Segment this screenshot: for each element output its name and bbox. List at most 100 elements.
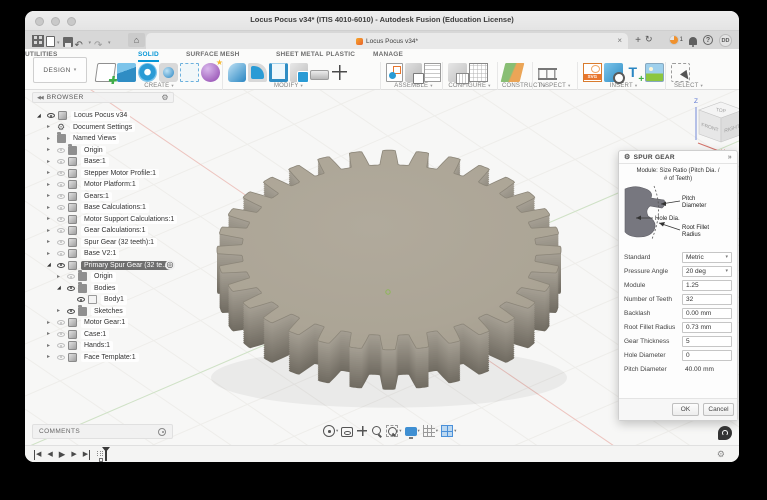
tree-item-label[interactable]: Motor Gear:1	[81, 318, 129, 328]
nav-tool[interactable]: ▾	[356, 425, 369, 437]
tree-item-label[interactable]: Gears:1	[81, 191, 112, 201]
group-label-assemble[interactable]: ASSEMBLE ▾	[385, 83, 442, 89]
visibility-eye-icon[interactable]	[45, 111, 56, 120]
tree-item-label[interactable]: Body1	[101, 295, 127, 305]
dialog-collapse-icon[interactable]: »	[728, 154, 732, 161]
tool-icon[interactable]	[423, 62, 441, 82]
tree-item-label[interactable]: Face Template:1	[81, 352, 139, 362]
field-control[interactable]: 5 ▾	[682, 335, 732, 347]
tool-icon[interactable]	[386, 62, 404, 82]
tree-item-label[interactable]: Stepper Motor Profile:1	[81, 168, 159, 178]
nav-tool-caret-icon[interactable]: ▾	[418, 428, 420, 434]
visibility-eye-icon[interactable]	[55, 238, 66, 247]
playback-button[interactable]	[71, 450, 76, 460]
timeline-settings-gear-icon[interactable]: ⚙	[717, 449, 725, 460]
collapse-browser-icon[interactable]: ◀◀	[37, 95, 44, 101]
tree-item[interactable]: Body1 ◎	[32, 294, 174, 306]
tree-item[interactable]: Named Views ◎	[32, 132, 174, 145]
tool-icon[interactable]	[94, 62, 117, 82]
visibility-eye-icon[interactable]	[55, 180, 66, 189]
tool-icon[interactable]	[583, 62, 602, 82]
job-status-icon[interactable]: 1	[668, 34, 683, 46]
tree-item-label[interactable]: Motor Platform:1	[81, 180, 139, 190]
visibility-eye-icon[interactable]	[65, 307, 76, 316]
disclosure-triangle-icon[interactable]	[47, 319, 55, 327]
browser-settings-gear-icon[interactable]: ⚙	[161, 93, 169, 103]
visibility-eye-icon[interactable]	[55, 203, 66, 212]
activate-component-radio[interactable]: ◎	[165, 259, 175, 270]
dialog-header[interactable]: ⚙ SPUR GEAR »	[619, 151, 737, 164]
nav-tool-caret-icon[interactable]: ▾	[436, 428, 438, 434]
disclosure-triangle-icon[interactable]	[47, 330, 55, 338]
nav-tool[interactable]: ▾	[441, 425, 456, 437]
assistant-bubble-icon[interactable]	[718, 426, 732, 440]
timeline-scrubber[interactable]	[102, 447, 109, 461]
field-control[interactable]: 0.73 mm ▾	[682, 321, 732, 333]
tool-icon[interactable]	[405, 62, 424, 84]
visibility-eye-icon[interactable]	[55, 146, 66, 155]
home-button[interactable]: ⌂	[128, 33, 145, 47]
playback-button[interactable]	[34, 450, 41, 460]
tool-icon[interactable]	[645, 62, 664, 82]
tree-item-label[interactable]: Base:1	[81, 157, 109, 167]
playback-button[interactable]	[83, 450, 91, 460]
data-panel-icon[interactable]	[32, 35, 44, 47]
playback-button[interactable]	[47, 450, 52, 460]
disclosure-triangle-icon[interactable]	[47, 215, 55, 223]
nav-tool-icon[interactable]	[422, 425, 435, 437]
disclosure-triangle-icon[interactable]	[47, 238, 55, 246]
tree-item[interactable]: Document Settings ◎	[32, 122, 174, 134]
tool-icon[interactable]	[268, 62, 288, 82]
tool-icon[interactable]	[248, 62, 267, 82]
tree-item[interactable]: Gear Calculations:1 ◎	[32, 225, 174, 237]
nav-tool-icon[interactable]	[404, 427, 417, 439]
tool-icon[interactable]	[469, 62, 488, 82]
redo-icon[interactable]	[94, 35, 106, 47]
tool-icon[interactable]	[228, 62, 247, 82]
tool-icon[interactable]	[289, 62, 310, 83]
viewport[interactable]: Z X TOP FRONT RIGHT ◀◀ BROWSER ⚙	[25, 90, 739, 445]
group-label-insert[interactable]: INSERT ▾	[582, 83, 665, 89]
ribbon-tab[interactable]: PLASTIC	[326, 51, 355, 60]
tree-item[interactable]: Case:1 ◎	[32, 329, 174, 341]
disclosure-triangle-icon[interactable]	[57, 284, 65, 292]
visibility-eye-icon[interactable]	[55, 330, 66, 339]
tree-item[interactable]: Locus Pocus v34 ◎	[32, 110, 174, 122]
ribbon-tab[interactable]: SURFACE	[186, 51, 218, 60]
tree-item[interactable]: Gears:1 ◎	[32, 191, 174, 203]
visibility-eye-icon[interactable]	[55, 353, 66, 362]
disclosure-triangle-icon[interactable]	[47, 169, 55, 177]
view-cube[interactable]: Z X TOP FRONT RIGHT	[689, 94, 739, 156]
disclosure-triangle-icon[interactable]	[47, 146, 55, 154]
tree-item-label[interactable]: Motor Support Calculations:1	[81, 214, 178, 224]
tree-item-label[interactable]: Base V2:1	[81, 249, 120, 259]
ribbon-tab[interactable]: SHEET METAL	[276, 51, 324, 60]
tree-item-label[interactable]: Base Calculations:1	[81, 203, 149, 213]
disclosure-triangle-icon[interactable]	[47, 181, 55, 189]
ribbon-tab[interactable]: MANAGE	[373, 51, 403, 60]
playback-button[interactable]	[59, 449, 66, 461]
tree-item-label[interactable]: Case:1	[81, 329, 110, 339]
tree-item-label[interactable]: Hands:1	[81, 341, 114, 351]
nav-tool-icon[interactable]	[441, 425, 454, 437]
visibility-eye-icon[interactable]	[55, 249, 66, 258]
disclosure-triangle-icon[interactable]	[47, 227, 55, 235]
tree-item-label[interactable]: Sketches	[91, 306, 126, 316]
sync-status-icon[interactable]	[645, 34, 659, 46]
visibility-eye-icon[interactable]	[55, 192, 66, 201]
nav-tool[interactable]: ▾	[323, 425, 338, 437]
group-label-configure[interactable]: CONFIGURE ▾	[447, 83, 492, 89]
file-menu-caret[interactable]: ▾	[57, 40, 60, 46]
tree-item[interactable]: Face Template:1 ◎	[32, 352, 174, 364]
nav-tool-caret-icon[interactable]: ▾	[336, 428, 338, 434]
field-control[interactable]: 0.00 mm ▾	[682, 307, 732, 319]
tree-item-label[interactable]: Origin	[91, 272, 116, 282]
field-control[interactable]: 32 ▾	[682, 293, 732, 305]
tool-icon[interactable]	[671, 62, 690, 82]
tree-item[interactable]: Origin ◎	[32, 270, 174, 283]
tree-item[interactable]: Base V2:1 ◎	[32, 248, 174, 260]
ribbon-tab[interactable]: SOLID	[138, 51, 159, 62]
tree-item-label[interactable]: Named Views	[70, 134, 120, 144]
help-icon[interactable]: ?	[703, 34, 713, 46]
comments-bar[interactable]: COMMENTS	[32, 424, 173, 439]
